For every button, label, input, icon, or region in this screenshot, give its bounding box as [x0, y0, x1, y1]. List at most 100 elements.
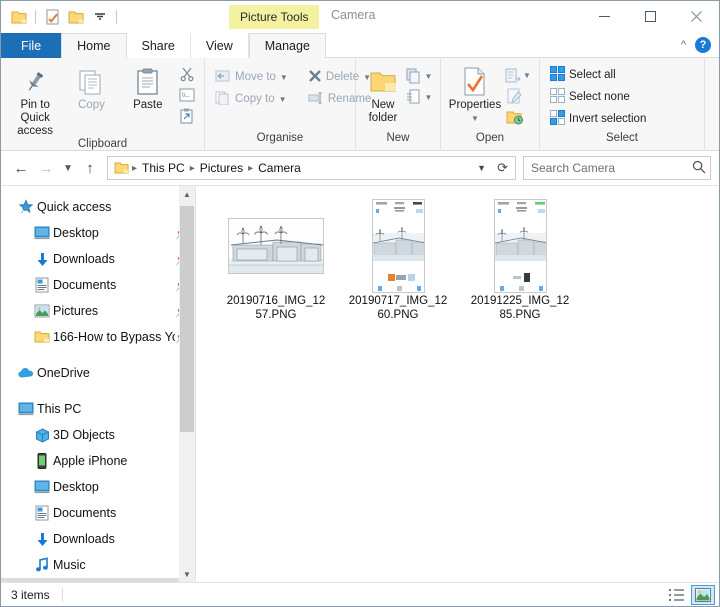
easy-access-button[interactable]: ▼	[404, 87, 434, 107]
scroll-down-arrow-icon[interactable]: ▼	[179, 566, 195, 582]
scrollbar-thumb[interactable]	[180, 206, 194, 432]
pin-to-quick-access-button[interactable]: Pin to Quick access	[7, 62, 63, 138]
scissors-icon[interactable]	[176, 64, 198, 84]
sidebar-item-166-how-to-bypass-you[interactable]: 166-How to Bypass You 📌	[1, 324, 195, 350]
move-to-icon	[215, 69, 231, 86]
tab-home[interactable]: Home	[61, 33, 127, 58]
chevron-down-icon[interactable]: ▼	[475, 163, 492, 173]
sidebar-item-label: Quick access	[37, 200, 112, 214]
chevron-down-icon[interactable]: ▼	[279, 95, 287, 104]
refresh-icon[interactable]: ⟳	[492, 160, 513, 176]
documents-icon	[31, 277, 53, 293]
sidebar-item-3d-objects[interactable]: 3D Objects	[1, 422, 195, 448]
file-item[interactable]: 20190716_IMG_1257.PNG	[218, 198, 334, 330]
folder-icon[interactable]	[8, 6, 30, 28]
breadcrumb-camera[interactable]: Camera	[255, 160, 304, 176]
breadcrumb-separator: ▸	[132, 162, 138, 174]
up-button[interactable]: ↑	[78, 156, 102, 180]
apple-iphone-icon	[31, 453, 53, 469]
copy-label: Copy	[78, 99, 105, 111]
copy-path-icon[interactable]: \\...	[176, 85, 198, 105]
file-item[interactable]: 20191225_IMG_1285.PNG	[462, 198, 578, 330]
sidebar-item-pictures-pc[interactable]: Pictures	[1, 578, 195, 582]
contextual-tab-picture-tools[interactable]: Picture Tools	[229, 5, 320, 29]
close-button[interactable]	[673, 1, 719, 31]
sidebar-item-apple-iphone[interactable]: Apple iPhone	[1, 448, 195, 474]
chevron-down-icon[interactable]: ▼	[280, 73, 288, 82]
sidebar-item-this-pc[interactable]: This PC	[1, 396, 195, 422]
copy-button[interactable]: Copy	[63, 62, 119, 112]
select-all-button[interactable]: Select all	[546, 64, 620, 86]
select-none-button[interactable]: Select none	[546, 86, 634, 108]
search-input[interactable]: Search Camera	[531, 161, 692, 175]
breadcrumb-pictures[interactable]: Pictures	[197, 160, 246, 176]
sidebar-item-downloads-pc[interactable]: Downloads	[1, 526, 195, 552]
minimize-button[interactable]	[581, 1, 627, 31]
tab-view[interactable]: View	[191, 33, 249, 58]
svg-text:\\...: \\...	[182, 93, 191, 99]
back-button[interactable]: ←	[9, 156, 33, 180]
folder-icon-2[interactable]	[65, 6, 87, 28]
sidebar-item-label: Documents	[53, 506, 117, 520]
new-item-button[interactable]: ▼	[404, 66, 434, 86]
sidebar-item-label: Music	[53, 558, 86, 572]
ribbon-group-open: Properties ▼ ▼ Open	[441, 58, 540, 150]
tab-manage[interactable]: Manage	[248, 33, 326, 58]
sidebar-item-desktop[interactable]: Desktop 📌	[1, 220, 195, 246]
sidebar-item-downloads[interactable]: Downloads 📌	[1, 246, 195, 272]
search-box[interactable]: Search Camera	[523, 156, 711, 180]
help-icon[interactable]: ?	[695, 37, 711, 53]
sidebar-item-music[interactable]: Music	[1, 552, 195, 578]
sidebar-item-quick-access[interactable]: Quick access	[1, 194, 195, 220]
ribbon-group-clipboard: Pin to Quick access Copy Paste \\... Cli…	[1, 58, 205, 150]
forward-button[interactable]: →	[34, 156, 58, 180]
move-to-button[interactable]: Move to ▼	[211, 66, 292, 88]
scroll-up-arrow-icon[interactable]: ▲	[179, 186, 195, 202]
chevron-down-icon[interactable]: ▼	[471, 112, 479, 125]
window-title: Camera	[331, 8, 376, 22]
paste-shortcut-icon[interactable]	[176, 106, 198, 126]
tab-strip-filler	[325, 33, 676, 58]
file-list-pane[interactable]: 20190716_IMG_1257.PNG 20190717_IMG_1260.…	[196, 186, 719, 582]
edit-button[interactable]	[503, 86, 525, 106]
paste-button[interactable]: Paste	[120, 62, 176, 112]
sidebar-item-label: OneDrive	[37, 366, 90, 380]
breadcrumb-bar[interactable]: ▸ This PC ▸ Pictures ▸ Camera ▼ ⟳	[107, 156, 516, 180]
group-label-new: New	[386, 132, 410, 144]
invert-selection-button[interactable]: Invert selection	[546, 108, 650, 130]
navigation-pane-scrollbar[interactable]: ▲ ▼	[179, 186, 195, 582]
chevron-down-icon[interactable]: ▼	[523, 71, 531, 80]
file-thumbnail	[340, 198, 456, 294]
thumbnails-view-button[interactable]	[691, 584, 715, 605]
chevron-down-icon[interactable]: ▼	[425, 93, 433, 102]
chevron-down-icon[interactable]	[89, 6, 111, 28]
history-icon[interactable]	[503, 107, 525, 127]
address-folder-icon	[112, 161, 131, 175]
music-icon	[31, 557, 53, 573]
chevron-down-icon[interactable]: ▼	[425, 72, 433, 81]
open-button[interactable]: ▼	[503, 65, 533, 85]
properties-button[interactable]: Properties ▼	[447, 62, 503, 125]
breadcrumb-separator: ▸	[248, 162, 254, 174]
chevron-up-icon[interactable]: ^	[676, 39, 691, 51]
new-folder-button[interactable]: New folder	[362, 62, 404, 125]
caption-buttons	[581, 1, 719, 31]
tab-file[interactable]: File	[1, 33, 62, 58]
downloads-icon	[31, 532, 53, 547]
maximize-button[interactable]	[627, 1, 673, 31]
breadcrumb-this-pc[interactable]: This PC	[139, 160, 188, 176]
checked-document-icon[interactable]	[41, 6, 63, 28]
scrollbar-track[interactable]	[179, 202, 195, 566]
sidebar-item-desktop-pc[interactable]: Desktop	[1, 474, 195, 500]
tab-share[interactable]: Share	[127, 33, 191, 58]
sidebar-item-pictures[interactable]: Pictures 📌	[1, 298, 195, 324]
recent-locations-button[interactable]: ▼	[59, 156, 77, 180]
sidebar-item-documents[interactable]: Documents 📌	[1, 272, 195, 298]
search-icon[interactable]	[692, 160, 706, 177]
details-view-button[interactable]	[665, 585, 689, 605]
rename-icon	[308, 91, 324, 108]
file-item[interactable]: 20190717_IMG_1260.PNG	[340, 198, 456, 330]
sidebar-item-onedrive[interactable]: OneDrive	[1, 360, 195, 386]
copy-to-button[interactable]: Copy to ▼	[211, 88, 292, 110]
sidebar-item-documents-pc[interactable]: Documents	[1, 500, 195, 526]
